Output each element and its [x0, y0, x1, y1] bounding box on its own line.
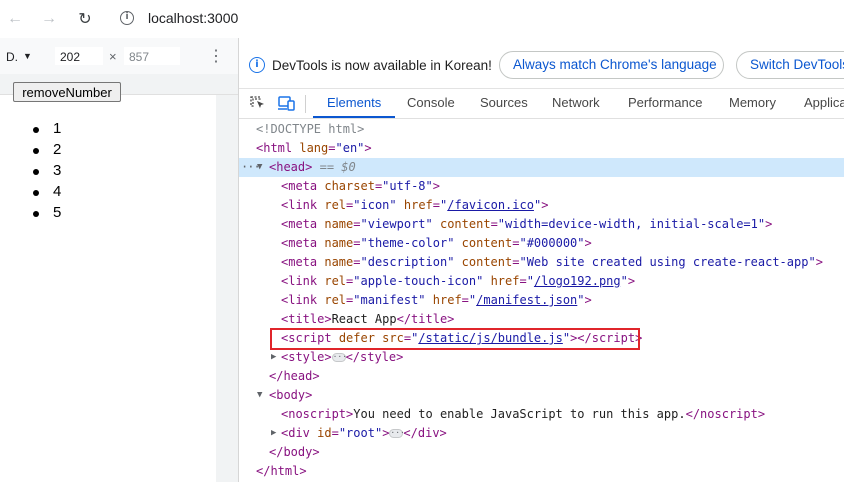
- back-arrow-icon[interactable]: ←: [4, 8, 26, 30]
- tab-network[interactable]: Network: [552, 89, 600, 118]
- dom-node[interactable]: <meta charset="utf-8">: [239, 177, 844, 196]
- attr-value: "utf-8": [382, 179, 433, 193]
- dom-node[interactable]: </head>: [239, 367, 844, 386]
- tab-elements[interactable]: Elements: [312, 89, 396, 118]
- dom-node[interactable]: </html>: [239, 462, 844, 481]
- list-item: 4: [33, 183, 61, 204]
- viewport-height-input[interactable]: 857: [124, 47, 180, 65]
- tab-performance[interactable]: Performance: [628, 89, 702, 118]
- collapsed-triangle-icon[interactable]: ▶: [271, 424, 276, 443]
- viewport-width-input[interactable]: 202: [55, 47, 103, 65]
- script-highlight-box: [270, 328, 640, 350]
- tab-sources[interactable]: Sources: [480, 89, 528, 118]
- chevron-down-icon[interactable]: ▼: [23, 51, 32, 61]
- tab-memory[interactable]: Memory: [729, 89, 776, 118]
- dom-node[interactable]: <!DOCTYPE html>: [239, 120, 844, 139]
- dom-node[interactable]: <meta name="theme-color" content="#00000…: [239, 234, 844, 253]
- address-bar[interactable]: i localhost:3000: [108, 4, 844, 34]
- ellipsis-icon[interactable]: ···: [389, 429, 405, 438]
- reload-icon[interactable]: ↻: [74, 8, 96, 30]
- tab-divider: [305, 95, 306, 113]
- list-item: 1: [33, 120, 61, 141]
- dom-node[interactable]: ▶ <div id="root">···</div>: [239, 424, 844, 443]
- attr-value: "#000000": [519, 236, 585, 250]
- site-info-icon[interactable]: i: [120, 11, 134, 25]
- viewport-resize-handle[interactable]: [216, 95, 238, 482]
- noscript-text: You need to enable JavaScript to run thi…: [353, 407, 686, 421]
- apple-icon-link[interactable]: /logo192.png: [534, 274, 621, 288]
- dom-node-selected[interactable]: ··· ▼ <head> == $0: [239, 158, 844, 177]
- language-infobar: i DevTools is now available in Korean! A…: [239, 38, 844, 89]
- url-text[interactable]: localhost:3000: [148, 10, 238, 26]
- number-list: 1 2 3 4 5: [33, 120, 61, 225]
- device-toolbar-icon[interactable]: [278, 95, 296, 111]
- dom-tree: <!DOCTYPE html> <html lang="en"> ··· ▼ <…: [239, 119, 844, 482]
- expanded-triangle-icon[interactable]: ▼: [257, 386, 262, 405]
- dom-node[interactable]: ▶ <style>···</style>: [239, 348, 844, 367]
- dom-node[interactable]: <title>React App</title>: [239, 310, 844, 329]
- switch-devtools-button[interactable]: Switch DevTools: [736, 51, 844, 79]
- device-select[interactable]: D.: [6, 50, 18, 64]
- dom-node[interactable]: </body>: [239, 443, 844, 462]
- dom-node[interactable]: <link rel="manifest" href="/manifest.jso…: [239, 291, 844, 310]
- dom-node[interactable]: ▼ <body>: [239, 386, 844, 405]
- list-item: 2: [33, 141, 61, 162]
- remove-number-button[interactable]: removeNumber: [13, 82, 121, 102]
- devtools-panel: i DevTools is now available in Korean! A…: [239, 38, 844, 482]
- tab-application[interactable]: Applica: [804, 89, 844, 118]
- dimension-separator: ×: [109, 49, 117, 64]
- dom-node[interactable]: <html lang="en">: [239, 139, 844, 158]
- attr-value: "en": [335, 141, 365, 155]
- tab-console[interactable]: Console: [407, 89, 455, 118]
- list-item: 3: [33, 162, 61, 183]
- dom-node[interactable]: <noscript>You need to enable JavaScript …: [239, 405, 844, 424]
- dom-node[interactable]: <meta name="viewport" content="width=dev…: [239, 215, 844, 234]
- device-toolbar: D. ▼ 202 × 857 ⋮: [0, 38, 238, 75]
- dom-node[interactable]: <link rel="icon" href="/favicon.ico">: [239, 196, 844, 215]
- tag-name: <html: [256, 141, 293, 155]
- expanded-triangle-icon[interactable]: ▼: [257, 158, 262, 177]
- list-item: 5: [33, 204, 61, 225]
- attr-name: lang: [299, 141, 329, 155]
- always-match-language-button[interactable]: Always match Chrome's language: [499, 51, 724, 79]
- collapsed-triangle-icon[interactable]: ▶: [271, 348, 276, 367]
- tag-name: <head>: [269, 160, 313, 174]
- more-options-icon[interactable]: ⋮: [208, 46, 224, 66]
- forward-arrow-icon[interactable]: →: [38, 8, 60, 30]
- browser-toolbar: ← → ↻ i localhost:3000: [0, 0, 844, 39]
- favicon-link[interactable]: /favicon.ico: [447, 198, 534, 212]
- attr-value: "width=device-width, initial-scale=1": [497, 217, 766, 231]
- attr-value: "Web site created using create-react-app…: [519, 255, 816, 269]
- title-text: React App: [331, 312, 397, 326]
- attr-value: "root": [338, 426, 383, 440]
- inspect-element-icon[interactable]: [249, 95, 267, 111]
- selected-marker: == $0: [319, 160, 356, 174]
- ellipsis-icon[interactable]: ···: [331, 353, 347, 362]
- infobar-message: DevTools is now available in Korean!: [272, 58, 492, 73]
- dom-node[interactable]: <meta name="description" content="Web si…: [239, 253, 844, 272]
- doctype-text: <!DOCTYPE html>: [256, 122, 365, 136]
- device-viewport: D. ▼ 202 × 857 ⋮: [0, 38, 239, 482]
- info-icon: i: [249, 57, 265, 73]
- dom-node[interactable]: <link rel="apple-touch-icon" href="/logo…: [239, 272, 844, 291]
- manifest-link[interactable]: /manifest.json: [476, 293, 577, 307]
- devtools-tabbar: Elements Console Sources Network Perform…: [239, 89, 844, 119]
